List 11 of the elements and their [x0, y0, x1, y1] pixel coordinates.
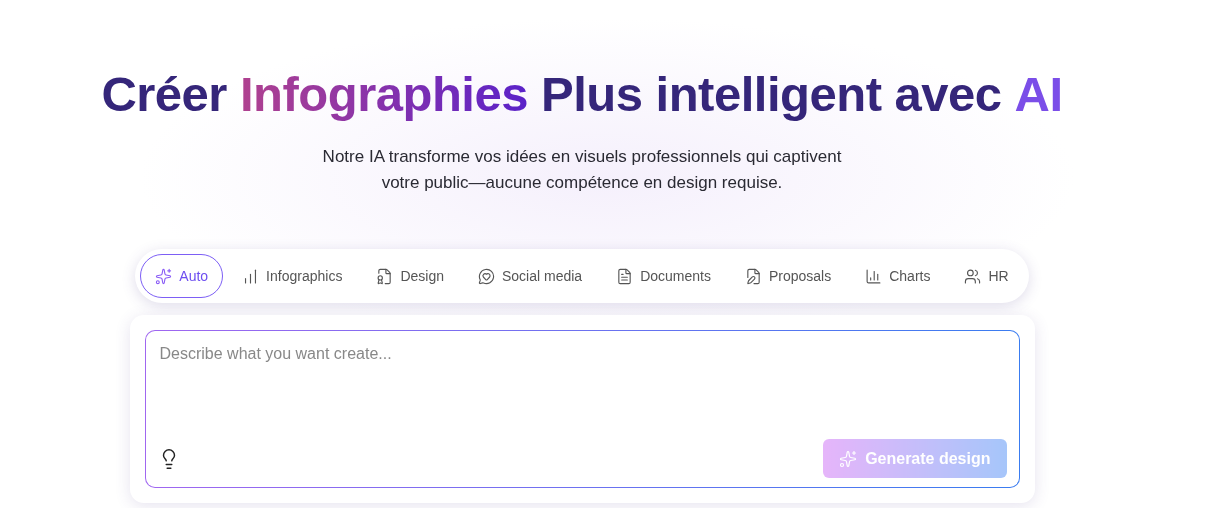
bar-chart-icon	[865, 267, 883, 285]
sparkle-icon	[839, 449, 858, 468]
chat-heart-icon	[478, 267, 495, 285]
subtitle: Notre IA transforme vos idées en visuels professionnels qui captivent votre public—aucune compétence en design requise.	[322, 146, 842, 194]
sparkle-icon	[155, 267, 173, 285]
document-badge-icon	[376, 267, 394, 285]
page-headline: Créer Infographies Plus intelligent avec AI	[101, 66, 1063, 122]
category-tab[interactable]: Auto	[140, 254, 224, 298]
people-icon	[964, 267, 982, 285]
document-icon	[616, 267, 634, 285]
document-pen-icon	[744, 267, 762, 285]
